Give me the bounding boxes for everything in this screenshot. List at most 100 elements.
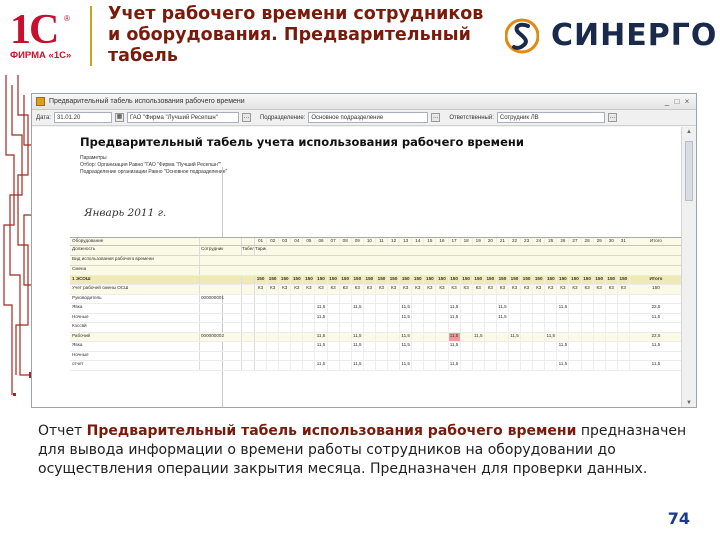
header-usage-type: Вид использования рабочего времени [70, 256, 200, 265]
cell [242, 304, 255, 313]
day-cell [473, 313, 485, 322]
day-cell: 150 [521, 275, 534, 284]
day-cell [364, 351, 376, 360]
organization-input[interactable]: ГАО "Фирма "Лучший Ресепшн" [126, 112, 239, 123]
day-header: 09 [352, 238, 364, 245]
day-cell [424, 332, 437, 341]
date-input[interactable]: 31.01.20 [53, 112, 112, 123]
row-label: Ночные [70, 351, 200, 360]
day-cell: 150 [557, 275, 570, 284]
close-icon[interactable]: × [682, 97, 692, 106]
day-cell [436, 294, 449, 303]
day-cell: 11,5 [497, 304, 509, 313]
day-header: 11 [376, 238, 389, 245]
day-cell [328, 323, 340, 332]
day-cell [545, 361, 558, 370]
day-cell [582, 304, 594, 313]
day-cell: 11,5 [315, 313, 328, 322]
select-department-button[interactable]: … [431, 113, 441, 122]
row-total [630, 323, 682, 332]
scroll-down-icon[interactable]: ▼ [685, 400, 693, 406]
day-cell [569, 294, 582, 303]
day-cell [509, 361, 522, 370]
responsible-input[interactable]: Сотрудник ЛВ [496, 112, 605, 123]
day-cell [545, 304, 558, 313]
cell [242, 351, 255, 360]
day-cell [509, 342, 522, 351]
day-cell [255, 313, 268, 322]
table-row: Учет рабочей смены ОСШ К3 К3 К3 К3 К3 К3 К3 К3 К3… [70, 285, 682, 295]
day-header: 03 [279, 238, 292, 245]
day-cell [533, 342, 546, 351]
total-row: 1 ЭСОШ 150 150 150 150 150 150 150 150 150 150 150… [70, 275, 682, 285]
day-cell [412, 361, 425, 370]
day-cell [509, 323, 522, 332]
day-cell [388, 294, 401, 303]
day-cell [569, 304, 582, 313]
day-cell [388, 332, 401, 341]
report-title: Предварительный табель учета использован… [80, 135, 524, 149]
scroll-up-icon[interactable]: ▲ [685, 129, 693, 135]
vertical-scrollbar[interactable]: ▲ ▼ [681, 127, 696, 407]
window-titlebar: Предварительный табель использования раб… [32, 94, 696, 110]
day-cell [267, 294, 280, 303]
date-label: Дата: [36, 114, 51, 121]
day-cell [557, 332, 570, 341]
day-cell [376, 304, 389, 313]
cell [242, 323, 255, 332]
day-cell: К3 [533, 285, 546, 294]
day-cell [594, 361, 606, 370]
day-cell: К3 [582, 285, 594, 294]
day-cell [376, 361, 389, 370]
day-cell [340, 332, 352, 341]
day-cell [303, 361, 316, 370]
day-cell [449, 351, 461, 360]
description-highlight: Предварительный табель использования раб… [86, 423, 577, 439]
day-cell [400, 351, 413, 360]
day-cell [497, 294, 509, 303]
day-cell: 11,5 [352, 332, 364, 341]
day-cell [594, 313, 606, 322]
day-cell [606, 351, 618, 360]
day-cell: 150 [618, 275, 630, 284]
day-cell [364, 342, 376, 351]
select-responsible-button[interactable]: … [607, 113, 617, 122]
day-cell [424, 304, 437, 313]
day-cell [340, 313, 352, 322]
day-cell: К3 [340, 285, 352, 294]
row-label: Явка [70, 304, 200, 313]
header-tariff: Тариф [255, 246, 268, 255]
select-organization-button[interactable]: … [241, 113, 251, 122]
report-sheet[interactable]: Предварительный табель учета использован… [32, 127, 682, 407]
scrollbar-thumb[interactable] [685, 141, 693, 201]
minimize-icon[interactable]: _ [662, 97, 672, 106]
day-cell: К3 [618, 285, 630, 294]
section-label: Смена [70, 266, 200, 275]
day-cell: 150 [352, 275, 364, 284]
day-cell [618, 294, 630, 303]
section-row: Смена [70, 266, 682, 276]
department-input[interactable]: Основное подразделение [308, 112, 429, 123]
day-cell [255, 294, 268, 303]
day-cell [521, 294, 534, 303]
day-cell [461, 351, 473, 360]
day-cell: 11,5 [352, 342, 364, 351]
day-header: 31 [618, 238, 630, 245]
day-cell: 150 [364, 275, 376, 284]
day-cell [533, 361, 546, 370]
day-header: 26 [557, 238, 570, 245]
day-cell [606, 323, 618, 332]
day-cell [376, 332, 389, 341]
day-cell [461, 342, 473, 351]
day-cell: 150 [461, 275, 473, 284]
day-cell [279, 332, 292, 341]
day-cell [449, 294, 461, 303]
cell [242, 275, 255, 284]
calendar-icon[interactable]: ▦ [114, 113, 124, 122]
day-cell: К3 [521, 285, 534, 294]
day-cell [255, 361, 268, 370]
maximize-icon[interactable]: □ [672, 97, 682, 106]
day-cell [606, 342, 618, 351]
row-code: 000000002 [200, 332, 242, 341]
day-cell: 150 [291, 275, 304, 284]
